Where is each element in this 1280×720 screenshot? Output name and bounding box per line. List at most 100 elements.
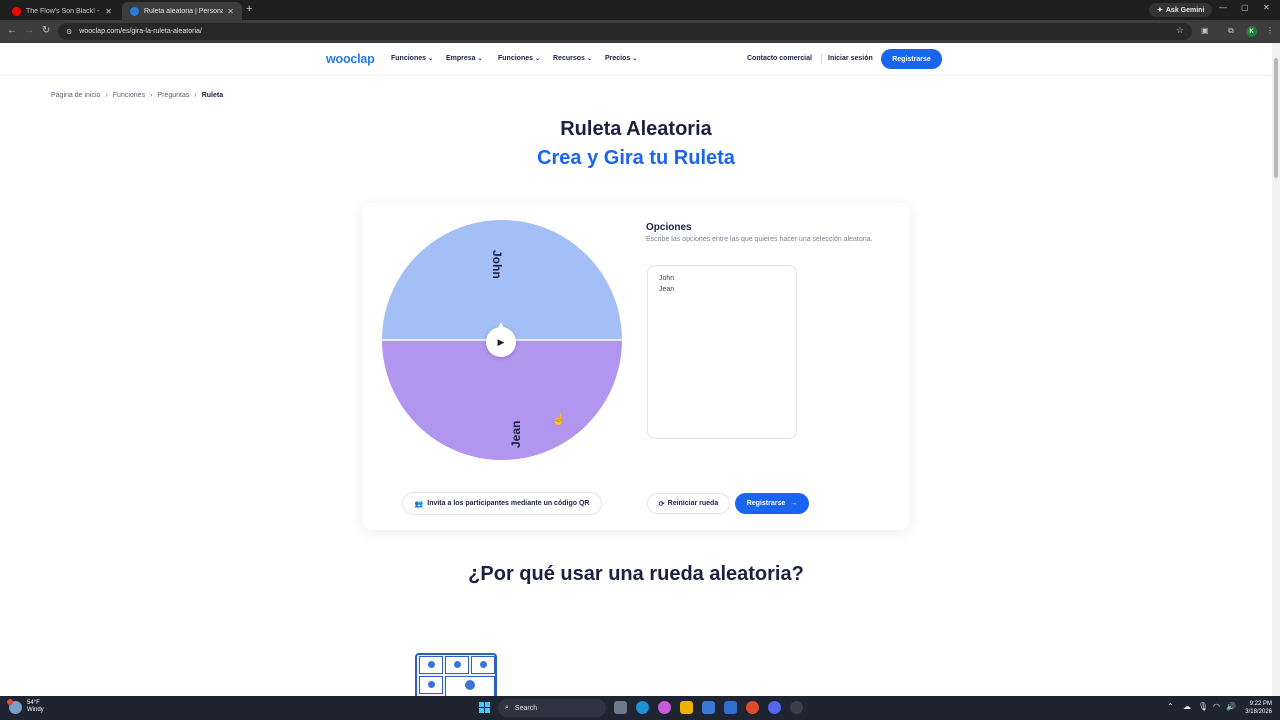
chevron-down-icon: ⌄ [632, 56, 638, 62]
url-text: wooclap.com/es/gira-la-ruleta-aleatoria/ [79, 28, 202, 35]
weather-widget[interactable]: 54°F Windy [7, 698, 44, 714]
windows-start-icon[interactable] [479, 702, 490, 713]
clock-time: 9:22 PM [1249, 701, 1272, 707]
chrome-icon[interactable] [746, 701, 759, 714]
users-icon: 👥 [414, 500, 424, 508]
back-arrow-icon[interactable]: ← [7, 25, 17, 36]
more-menu-icon[interactable]: ⋮ [1266, 26, 1274, 35]
browser-tab-bar: The Flow's Son Black! - YouTub ✕ Ruleta … [0, 0, 1280, 20]
breadcrumb-current: Ruleta [201, 92, 224, 99]
browser-tab-ruleta[interactable]: Ruleta aleatoria | Personaliza y ✕ [122, 2, 242, 20]
page-title: Ruleta Aleatoria [560, 118, 712, 140]
scrollbar-thumb[interactable] [1274, 58, 1278, 178]
edge-icon[interactable] [636, 701, 649, 714]
microphone-icon[interactable]: 🎙 [1198, 702, 1208, 711]
site-header: wooclap Funciones ⌄ Empresa ⌄ Funciones ⌄ R… [0, 43, 1270, 76]
task-view-icon[interactable] [614, 701, 627, 714]
section-title: ¿Por qué usar una rueda aleatoria? [468, 563, 804, 585]
discord-icon[interactable] [768, 701, 781, 714]
mail-icon[interactable] [724, 701, 737, 714]
breadcrumb-home[interactable]: Página de inicio [51, 92, 100, 99]
clock-date: 3/18/2026 [1245, 709, 1272, 715]
nav-funciones-2[interactable]: Funciones ⌄ [498, 55, 540, 62]
chevron-right-icon: › [150, 92, 153, 99]
url-field[interactable]: ⚙ wooclap.com/es/gira-la-ruleta-aleatori… [58, 23, 1192, 40]
video-call-illustration [415, 653, 497, 696]
tab-title: The Flow's Son Black! - YouTub [26, 7, 101, 15]
cloud-icon[interactable]: ☁ [1183, 702, 1191, 711]
breadcrumb-funciones[interactable]: Funciones [113, 92, 145, 99]
nav-empresa[interactable]: Empresa ⌄ [446, 55, 483, 62]
reload-icon[interactable]: ↻ [42, 25, 50, 36]
ask-gemini-button[interactable]: ✦ Ask Gemini [1149, 3, 1213, 17]
invite-qr-button[interactable]: 👥 Invita a los participantes mediante un… [402, 492, 602, 515]
weather-icon [7, 698, 22, 714]
options-textarea[interactable]: John Jean [647, 265, 797, 439]
invite-qr-label: Invita a los participantes mediante un c… [427, 500, 590, 507]
weather-temp: 54°F [27, 700, 40, 706]
spin-play-button[interactable]: ▶ [486, 322, 516, 357]
nav-precios[interactable]: Precios ⌄ [605, 55, 637, 62]
chevron-down-icon: ⌄ [535, 56, 541, 62]
chevron-right-icon: › [105, 92, 108, 99]
system-clock[interactable]: 9:22 PM 3/18/2026 [1240, 700, 1272, 716]
tray-chevron-up-icon[interactable]: ⌃ [1167, 702, 1174, 711]
register-label: Registrarse [746, 500, 786, 507]
copilot-icon[interactable] [658, 701, 671, 714]
close-tab-icon[interactable]: ✕ [227, 7, 234, 16]
reset-wheel-button[interactable]: ⟳ Reiniciar rueda [647, 493, 730, 514]
tab-title: Ruleta aleatoria | Personaliza y [144, 7, 224, 15]
hand-pointer-icon: ☝ [552, 414, 566, 426]
extensions-icon[interactable]: ⧉ [1228, 26, 1234, 36]
chevron-down-icon: ⌄ [586, 56, 592, 62]
volume-icon[interactable]: 🔊 [1226, 702, 1236, 711]
youtube-favicon-icon [12, 6, 21, 16]
nav-label: Recursos [553, 55, 585, 62]
ask-gemini-label: Ask Gemini [1165, 6, 1205, 14]
search-label: Search [514, 704, 538, 712]
chevron-right-icon: › [194, 92, 197, 99]
nav-label: Funciones [498, 55, 534, 62]
wheel-card: John Jean ▶ ☝ Opciones Escribe las opcio… [362, 203, 910, 530]
bookmark-star-icon[interactable]: ☆ [1176, 25, 1184, 36]
file-explorer-icon[interactable] [680, 701, 693, 714]
minimize-icon[interactable]: — [1219, 3, 1227, 12]
new-tab-button[interactable]: + [246, 3, 252, 15]
nav-label: Empresa [446, 55, 476, 62]
contact-sales-link[interactable]: Contacto comercial [747, 55, 812, 62]
windows-taskbar: 54°F Windy ⌕ Search ⌃ ☁ 🎙 ◠ 🔊 9:22 PM 3/… [0, 696, 1280, 720]
address-bar-row: ← → ↻ ⚙ wooclap.com/es/gira-la-ruleta-al… [0, 20, 1280, 43]
app-icon[interactable] [790, 701, 803, 714]
nav-label: Funciones [391, 55, 427, 62]
side-panel-icon[interactable]: ▣ [1201, 26, 1209, 35]
wheel-segment-jean [382, 340, 622, 460]
nav-funciones[interactable]: Funciones ⌄ [391, 55, 433, 62]
wooclap-logo[interactable]: wooclap [326, 52, 375, 66]
wifi-icon[interactable]: ◠ [1213, 702, 1220, 711]
options-description: Escribe las opciones entre las que quier… [646, 236, 873, 243]
weather-desc: Windy [27, 707, 44, 713]
close-window-icon[interactable]: ✕ [1263, 3, 1270, 12]
forward-arrow-icon[interactable]: → [24, 25, 34, 36]
breadcrumb: Página de inicio › Funciones › Preguntas… [51, 92, 223, 99]
site-info-icon[interactable]: ⚙ [66, 28, 72, 36]
breadcrumb-preguntas[interactable]: Preguntas [157, 92, 189, 99]
close-tab-icon[interactable]: ✕ [105, 7, 112, 16]
login-link[interactable]: Iniciar sesión [828, 55, 873, 62]
sparkle-icon: ✦ [1157, 7, 1163, 14]
spin-wheel[interactable]: John Jean ▶ ☝ [382, 220, 622, 460]
browser-tab-youtube[interactable]: The Flow's Son Black! - YouTub ✕ [4, 2, 120, 20]
maximize-icon[interactable]: ▢ [1241, 3, 1249, 12]
store-icon[interactable] [702, 701, 715, 714]
reset-wheel-label: Reiniciar rueda [667, 500, 719, 507]
wooclap-favicon-icon [130, 6, 139, 16]
taskbar-search[interactable]: ⌕ Search [498, 699, 606, 717]
refresh-icon: ⟳ [658, 500, 665, 508]
register-button[interactable]: Registrarse → [735, 493, 809, 514]
chevron-down-icon: ⌄ [477, 56, 483, 62]
profile-avatar[interactable]: K [1246, 26, 1257, 37]
nav-label: Precios [605, 55, 631, 62]
play-icon: ▶ [497, 336, 505, 347]
register-button-header[interactable]: Registrarse [881, 49, 942, 69]
nav-recursos[interactable]: Recursos ⌄ [553, 55, 592, 62]
